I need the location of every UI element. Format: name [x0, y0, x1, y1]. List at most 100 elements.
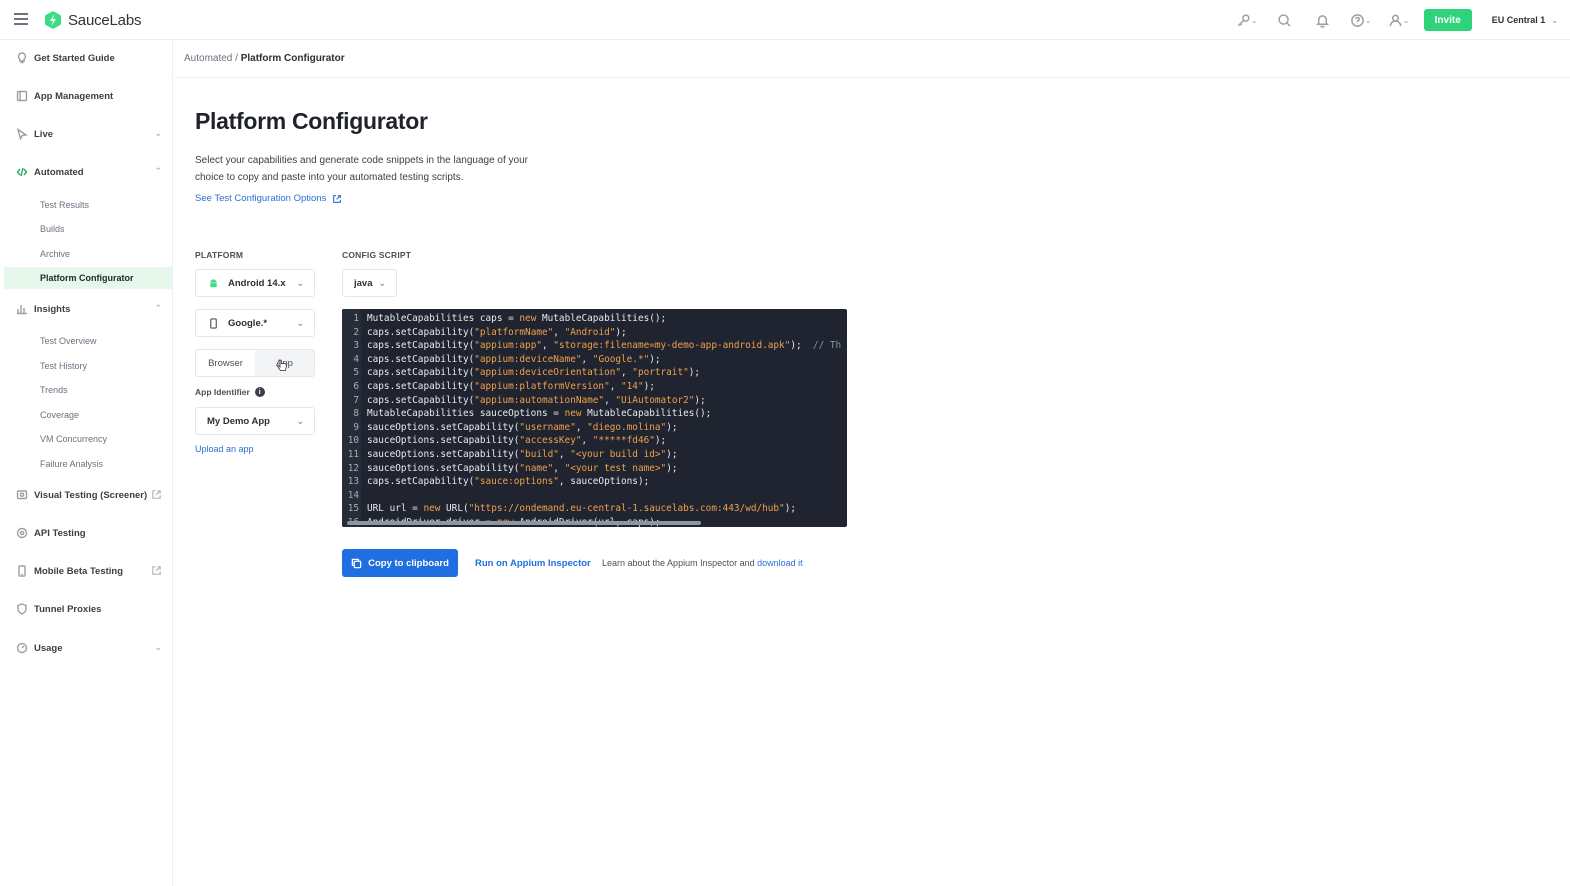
line-number: 7 [353, 394, 359, 406]
code-line: 11 sauceOptions.setCapability("build", "<… [342, 448, 847, 462]
line-number: 2 [353, 326, 359, 338]
sidebar-item-trends[interactable]: Trends [4, 379, 172, 401]
code-text: caps.setCapability("appium:automationNam… [367, 394, 706, 406]
region-label: EU Central 1 [1491, 15, 1546, 25]
app-select[interactable]: My Demo App ⌄ [195, 407, 315, 435]
gauge-icon [16, 642, 28, 654]
code-text: sauceOptions.setCapability("build", "<yo… [367, 449, 678, 460]
sidebar-item-tunnel-proxies[interactable]: Tunnel Proxies [4, 597, 172, 621]
chevron-down-icon: ⌄ [1551, 15, 1558, 25]
sidebar-item-live[interactable]: Live ⌄ [4, 122, 172, 146]
run-on-appium-inspector-button[interactable]: Run on Appium Inspector [468, 549, 598, 577]
sidebar-item-usage[interactable]: Usage ⌄ [4, 636, 172, 660]
sidebar-item-builds[interactable]: Builds [4, 218, 172, 240]
line-number: 11 [347, 449, 359, 460]
info-icon[interactable]: i [254, 387, 265, 397]
code-line: 13 caps.setCapability("sauce:options", sa… [342, 475, 847, 489]
doc-link-label: See Test Configuration Options [195, 193, 327, 204]
sidebar-item-failure-analysis[interactable]: Failure Analysis [4, 453, 172, 475]
app-value: My Demo App [207, 415, 270, 427]
sidebar-item-label: Mobile Beta Testing [34, 565, 124, 577]
toggle-browser[interactable]: Browser [196, 350, 255, 376]
code-text: caps.setCapability("appium:platformVersi… [367, 381, 655, 392]
external-link-icon [151, 489, 162, 503]
invite-button[interactable]: Invite [1423, 9, 1472, 31]
line-number: 8 [353, 408, 359, 420]
api-icon [16, 527, 28, 539]
menu-icon[interactable] [14, 13, 28, 25]
sidebar-item-get-started[interactable]: Get Started Guide [4, 46, 172, 70]
sidebar-item-visual-testing[interactable]: Visual Testing (Screener) [4, 483, 172, 507]
app-management-icon [16, 90, 28, 102]
sidebar-item-platform-configurator[interactable]: Platform Configurator [4, 267, 172, 289]
app-identifier-text: App Identifier [195, 387, 250, 397]
code-text: MutableCapabilities sauceOptions = new M… [367, 408, 712, 420]
copy-to-clipboard-button[interactable]: Copy to clipboard [342, 549, 458, 577]
shield-icon [16, 603, 28, 615]
learn-text: Learn about the Appium Inspector and [602, 558, 758, 568]
sidebar-item-app-management[interactable]: App Management [4, 84, 172, 108]
code-line: 1 MutableCapabilities caps = new MutableC… [342, 312, 847, 326]
config-script-label: CONFIG SCRIPT [342, 250, 412, 260]
sidebar-item-automated[interactable]: Automated ⌃ [4, 160, 172, 184]
line-number: 14 [347, 489, 359, 501]
chevron-down-icon: ⌄ [296, 416, 304, 426]
upload-app-link[interactable]: Upload an app [195, 444, 254, 454]
page-title: Platform Configurator [195, 108, 428, 134]
page-description: Select your capabilities and generate co… [195, 155, 529, 183]
search-icon[interactable] [1266, 0, 1304, 40]
hand-cursor-icon [277, 359, 287, 371]
chevron-down-icon: ⌄ [296, 278, 304, 288]
sidebar-item-mobile-beta[interactable]: Mobile Beta Testing [4, 559, 172, 583]
sidebar-item-label: API Testing [34, 527, 86, 539]
external-link-icon [151, 565, 162, 579]
code-text: sauceOptions.setCapability("name", "<you… [367, 462, 678, 474]
copy-label: Copy to clipboard [368, 557, 449, 569]
sidebar-item-archive[interactable]: Archive [4, 243, 172, 265]
bell-icon[interactable] [1304, 0, 1342, 40]
phone-icon [207, 317, 219, 329]
key-icon[interactable]: ⌄ [1228, 0, 1266, 40]
sidebar-item-label: Insights [34, 303, 71, 315]
copy-icon [351, 558, 362, 568]
code-line: 8 MutableCapabilities sauceOptions = new … [342, 407, 847, 421]
code-line: 5 caps.setCapability("appium:deviceOrient… [342, 366, 847, 380]
chevron-down-icon: ⌄ [296, 318, 304, 328]
sidebar-item-test-history[interactable]: Test History [4, 355, 172, 377]
line-number: 3 [353, 340, 359, 352]
sidebar-item-coverage[interactable]: Coverage [4, 404, 172, 426]
sidebar-item-label: Automated [34, 166, 84, 178]
user-icon[interactable]: ⌄ [1380, 0, 1418, 40]
visual-testing-icon [16, 489, 28, 501]
device-select[interactable]: Google.* ⌄ [195, 309, 315, 337]
sidebar-item-test-results[interactable]: Test Results [4, 194, 172, 216]
code-text: caps.setCapability("sauce:options", sauc… [367, 476, 650, 488]
sidebar-item-api-testing[interactable]: API Testing [4, 521, 172, 545]
device-value: Google.* [228, 317, 268, 329]
sidebar-item-insights[interactable]: Insights ⌃ [4, 297, 172, 321]
code-line: 7 caps.setCapability("appium:automationNa… [342, 394, 847, 408]
code-snippet[interactable]: 1 MutableCapabilities caps = new MutableC… [342, 309, 847, 527]
language-select[interactable]: java ⌄ [342, 269, 397, 297]
sidebar-item-label: Get Started Guide [34, 52, 115, 64]
chevron-down-icon: ⌄ [154, 642, 162, 652]
line-number: 15 [347, 503, 359, 515]
breadcrumb-parent[interactable]: Automated [184, 53, 232, 64]
test-configuration-options-link[interactable]: See Test Configuration Options [195, 193, 342, 204]
sidebar-item-vm-concurrency[interactable]: VM Concurrency [4, 428, 172, 450]
os-version-select[interactable]: Android 14.x ⌄ [195, 269, 315, 297]
bar-chart-icon [16, 303, 28, 315]
sidebar-item-test-overview[interactable]: Test Overview [4, 330, 172, 352]
saucelabs-logo[interactable]: SauceLabs [43, 9, 141, 31]
chevron-down-icon: ⌄ [378, 278, 386, 288]
region-selector[interactable]: EU Central 1 ⌄ [1492, 15, 1558, 25]
breadcrumb: Automated / Platform Configurator [184, 53, 345, 64]
line-number: 4 [353, 353, 359, 365]
code-line: 15 URL url = new URL("https://ondemand.eu… [342, 502, 847, 516]
code-text: caps.setCapability("appium:app", "storag… [367, 340, 842, 352]
download-link[interactable]: download it [757, 558, 803, 568]
app-identifier-label: App Identifier i [195, 387, 265, 397]
os-version-value: Android 14.x [228, 277, 286, 289]
help-icon[interactable]: ⌄ [1342, 0, 1380, 40]
horizontal-scrollbar[interactable] [347, 521, 701, 525]
